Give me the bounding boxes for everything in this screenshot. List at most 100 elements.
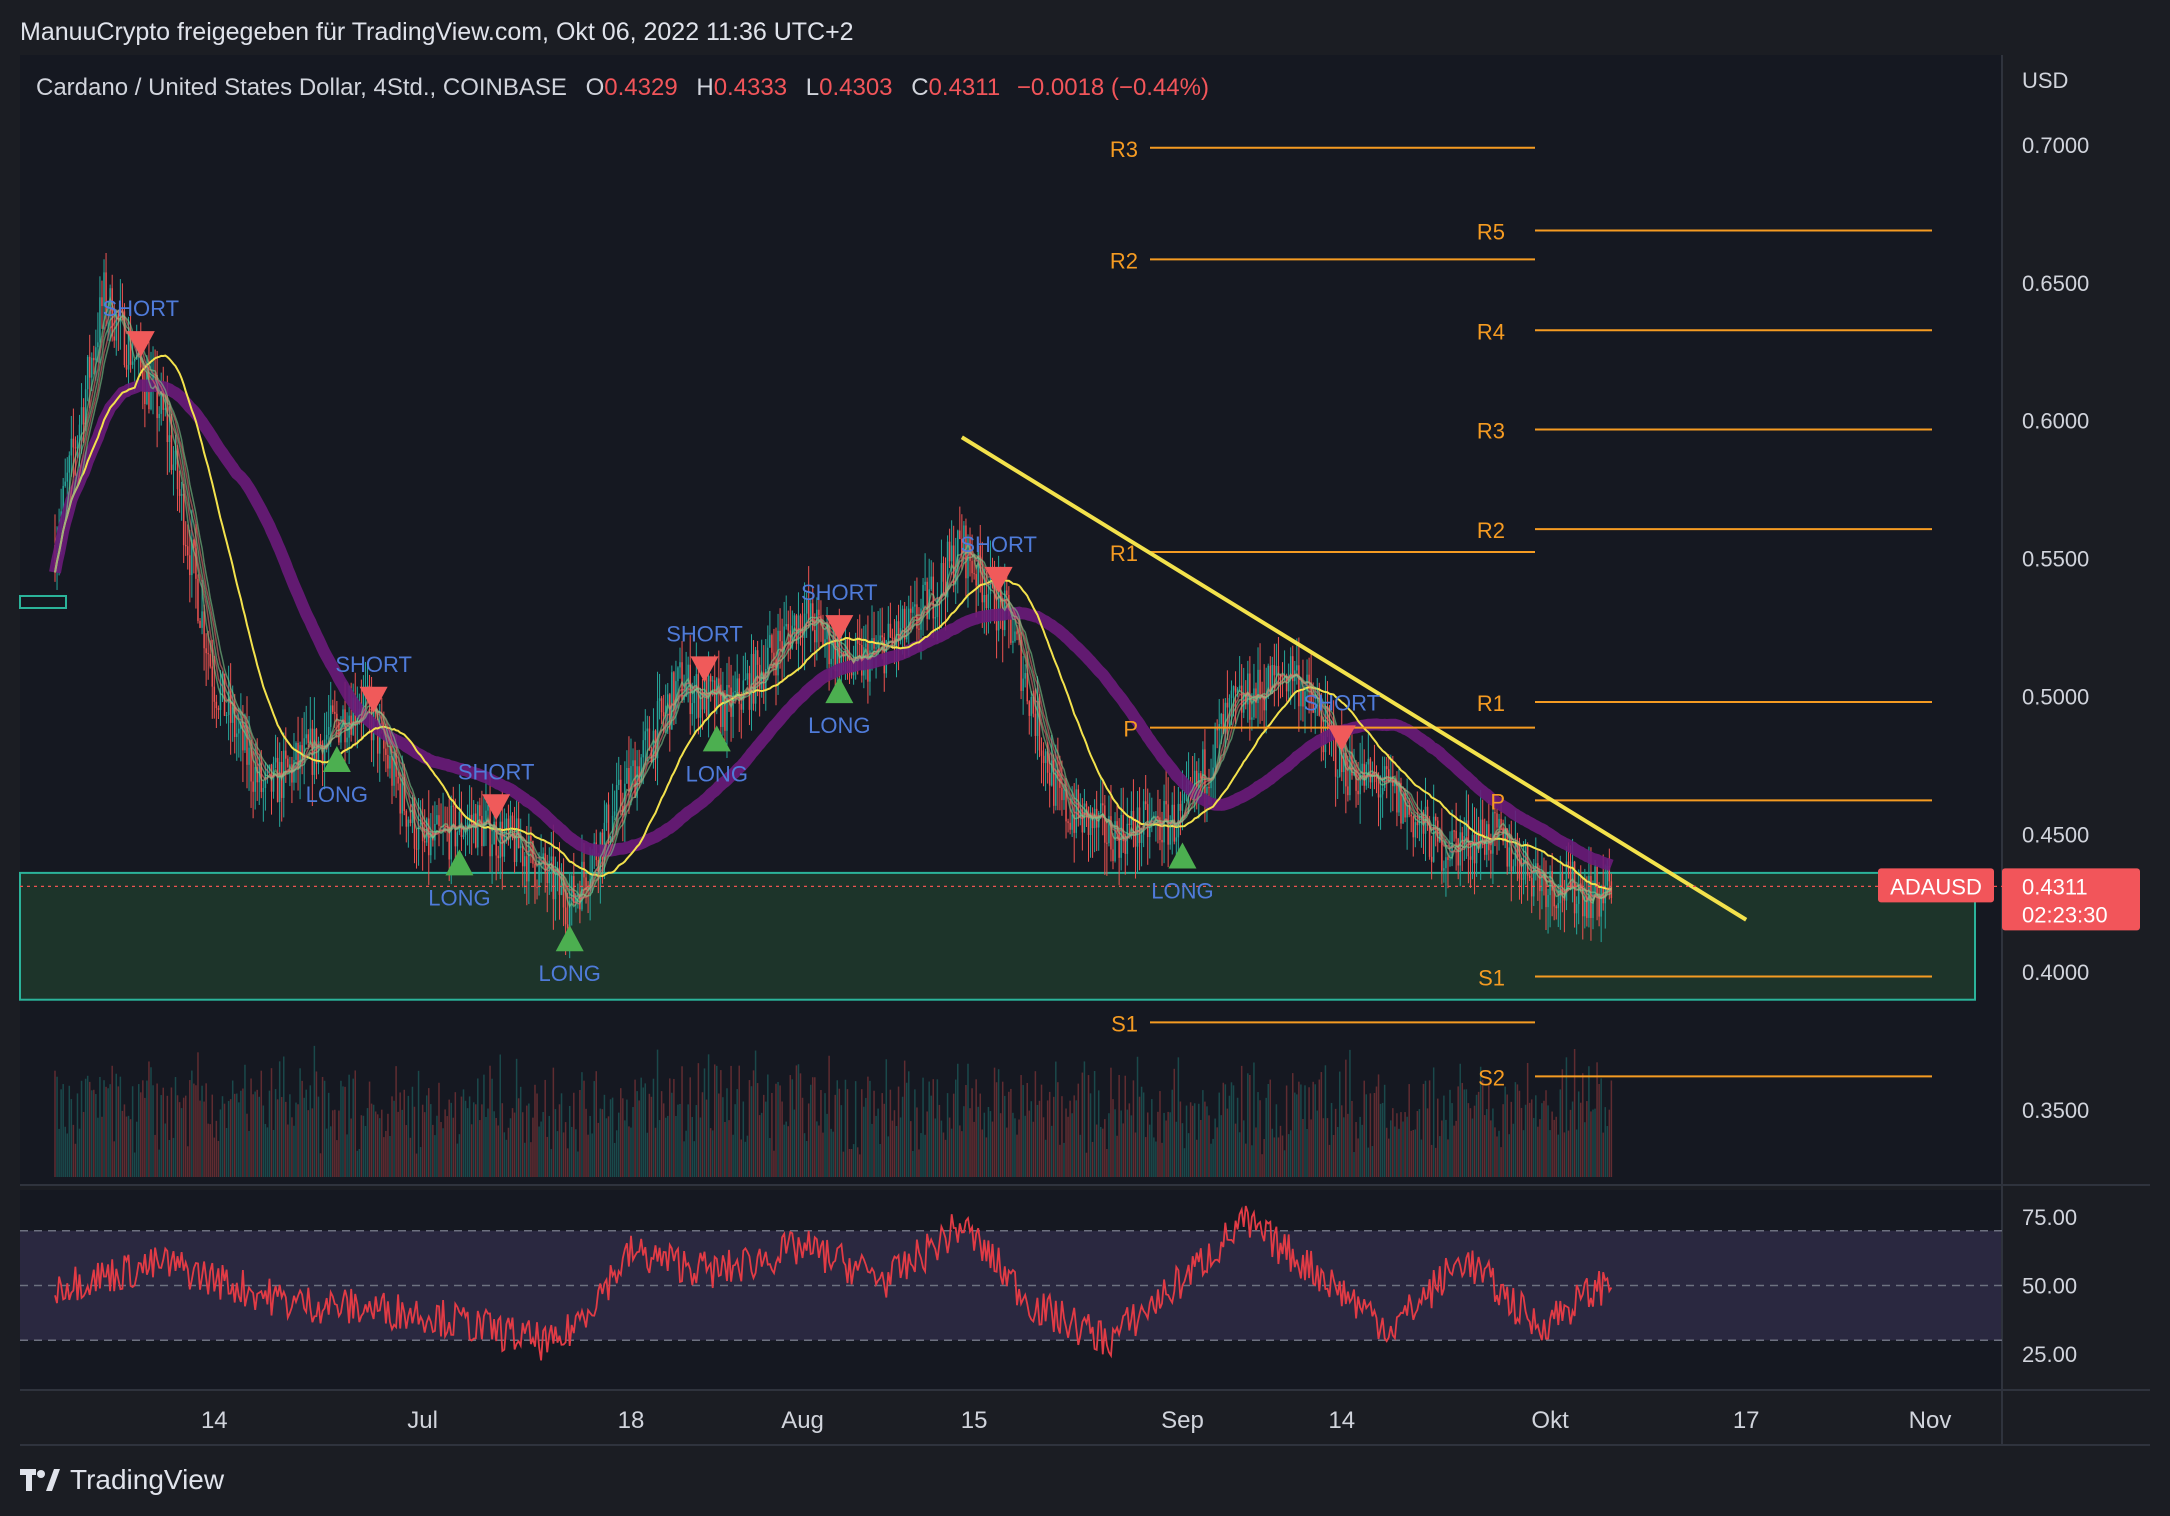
volume-bar: [1055, 1061, 1057, 1177]
volume-bar: [1547, 1105, 1549, 1177]
volume-bar: [1545, 1090, 1547, 1177]
candle-body: [793, 615, 796, 626]
volume-bar: [722, 1097, 724, 1177]
volume-bar: [1557, 1134, 1560, 1177]
volume-bar: [1044, 1139, 1047, 1177]
candle-body: [787, 624, 790, 631]
volume-bar: [957, 1063, 959, 1177]
candle-body: [1449, 859, 1451, 861]
candle-body: [236, 733, 238, 737]
candle-body: [197, 578, 199, 621]
bar-countdown: 02:23:30: [2022, 902, 2108, 927]
volume-bar: [1063, 1142, 1065, 1177]
candle-body: [1557, 903, 1560, 909]
candle-body: [82, 407, 85, 425]
pivot-label-current: R1: [1477, 691, 1505, 716]
volume-bar: [283, 1056, 285, 1177]
candle-body: [1453, 830, 1455, 832]
volume-bar: [1328, 1144, 1331, 1177]
volume-bar: [1584, 1122, 1586, 1177]
long-signal-label: LONG: [686, 761, 748, 786]
volume-bar: [1410, 1130, 1412, 1177]
candle-body: [752, 653, 755, 704]
tradingview-logo[interactable]: TradingView: [20, 1464, 224, 1496]
volume-bar: [528, 1103, 530, 1177]
candle-body: [1140, 834, 1143, 843]
volume-bar: [940, 1120, 943, 1177]
volume-bar: [1210, 1143, 1212, 1177]
candle-body: [613, 811, 616, 816]
volume-bar: [1087, 1075, 1090, 1177]
volume-bar: [88, 1081, 91, 1177]
candle-body: [499, 821, 502, 859]
candle-body: [158, 413, 160, 419]
candle-body: [871, 638, 873, 651]
candle-body: [189, 555, 191, 576]
candle-body: [750, 653, 753, 710]
volume-bar: [178, 1102, 181, 1177]
volume-bar: [858, 1154, 861, 1177]
volume-bar: [266, 1127, 269, 1177]
candle-body: [1040, 750, 1043, 756]
volume-bar: [946, 1093, 949, 1177]
volume-bar: [82, 1111, 85, 1177]
volume-bar: [985, 1137, 988, 1177]
volume-bar: [317, 1096, 320, 1177]
volume-bar: [1069, 1100, 1071, 1177]
chart-canvas[interactable]: R3R2R1PS1R5R4R3R2R1PS1S2SHORTSHORTLONGLO…: [0, 0, 2170, 1516]
volume-bar: [66, 1133, 69, 1177]
pivot-label-current: R3: [1477, 419, 1505, 444]
volume-bar: [187, 1146, 189, 1177]
price-tick-label: 0.4000: [2022, 960, 2089, 985]
volume-bar: [450, 1102, 452, 1177]
candle-body: [399, 783, 401, 814]
volume-bar: [1030, 1101, 1033, 1177]
candle-body: [1412, 816, 1415, 838]
volume-bar: [1510, 1101, 1513, 1177]
volume-bar: [881, 1093, 883, 1177]
candle-body: [521, 845, 524, 867]
volume-bar: [364, 1125, 367, 1177]
candle-body: [879, 635, 881, 641]
volume-bar: [1355, 1122, 1357, 1177]
candle-body: [387, 754, 389, 769]
candle-body: [930, 576, 932, 590]
volume-bar: [1008, 1091, 1010, 1177]
short-signal-label: SHORT: [458, 759, 535, 784]
volume-bar: [1367, 1147, 1370, 1177]
volume-bar: [1247, 1073, 1249, 1177]
volume-bar: [842, 1151, 845, 1177]
volume-bar: [1050, 1125, 1053, 1177]
candle-body: [1298, 665, 1300, 707]
volume-bar: [570, 1126, 573, 1177]
volume-bar: [1363, 1080, 1365, 1177]
candle-body: [564, 907, 567, 925]
volume-bar: [1275, 1104, 1278, 1177]
volume-bar: [568, 1105, 571, 1177]
candle-body: [536, 886, 538, 888]
volume-bar: [1379, 1103, 1382, 1177]
volume-bar: [113, 1141, 115, 1177]
volume-bar: [775, 1083, 777, 1177]
volume-bar: [662, 1103, 665, 1177]
candle-body: [1508, 847, 1510, 867]
candle-body: [254, 767, 256, 792]
candle-body: [519, 845, 522, 849]
candle-body: [1379, 794, 1382, 798]
volume-bar: [403, 1089, 406, 1177]
volume-bar: [1349, 1049, 1351, 1177]
volume-bar: [519, 1086, 522, 1177]
volume-bar: [125, 1116, 128, 1177]
volume-bar: [430, 1104, 432, 1177]
candle-body: [922, 584, 924, 609]
candle-body: [901, 608, 904, 629]
volume-bar: [795, 1065, 798, 1177]
candle-body: [1014, 631, 1016, 642]
volume-bar: [1230, 1082, 1233, 1177]
candle-body: [1432, 816, 1435, 862]
volume-bar: [959, 1125, 961, 1177]
volume-bar: [693, 1141, 696, 1177]
volume-bar: [1273, 1137, 1276, 1177]
candle-body: [769, 635, 771, 648]
volume-bar: [1291, 1073, 1294, 1177]
